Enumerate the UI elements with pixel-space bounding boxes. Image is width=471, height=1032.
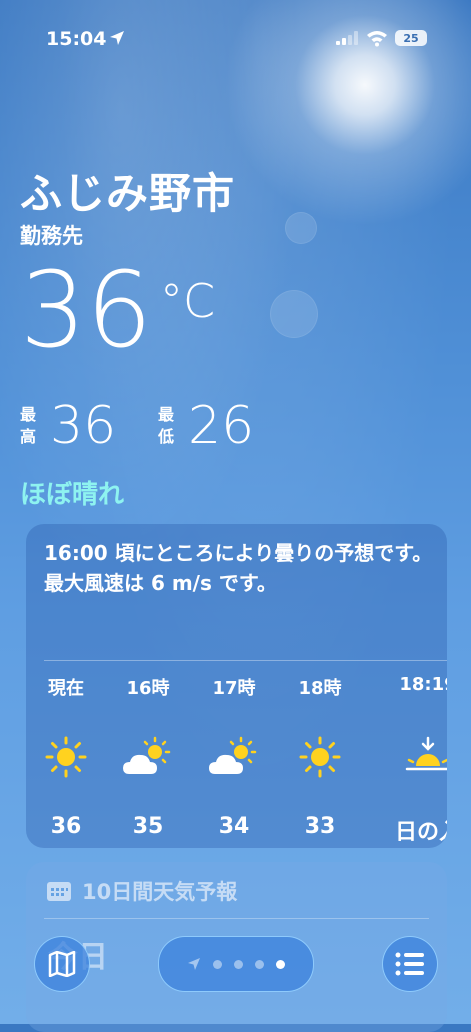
city-list-button[interactable] — [382, 936, 438, 992]
sun-icon — [45, 736, 87, 778]
low-temp: 26 — [188, 396, 255, 456]
ten-day-title: 10日間天気予報 — [82, 880, 238, 904]
hour-temp: 35 — [132, 814, 164, 839]
battery-level: 25 — [403, 31, 419, 45]
lens-flare — [270, 290, 318, 338]
ten-day-header: 10日間天気予報 — [46, 876, 237, 906]
high-label: 最 高 — [20, 405, 37, 446]
hour-temp: 34 — [218, 814, 250, 839]
sun-icon — [299, 736, 341, 778]
ten-day-divider — [44, 918, 429, 919]
hour-label: 18:19 — [399, 674, 447, 695]
calendar-icon — [47, 882, 71, 901]
hour-label: 16時 — [126, 678, 170, 699]
bottom-toolbar — [0, 930, 471, 1000]
status-time: 15:04 — [46, 28, 107, 50]
partly-cloudy-icon — [123, 736, 171, 774]
forecast-summary: 16:00 頃にところにより曇りの予想です。最大風速は 6 m/s です。 — [44, 541, 433, 595]
high-temp: 36 — [50, 396, 117, 456]
hour-temp: 33 — [304, 814, 336, 839]
hour-item-now: 現在 36 — [26, 674, 106, 839]
hour-label: 17時 — [212, 678, 256, 699]
hour-temp: 36 — [50, 814, 82, 839]
hour-item-18: 18時 33 — [280, 674, 360, 839]
hour-item-16: 16時 35 — [108, 674, 188, 839]
low-label: 最 低 — [158, 405, 175, 446]
current-temperature: 36 — [20, 249, 153, 371]
battery-indicator: 25 — [395, 30, 427, 46]
location-label: 勤務先 — [20, 224, 83, 248]
hourly-forecast-card[interactable]: 16:00 頃にところにより曇りの予想です。最大風速は 6 m/s です。 現在… — [26, 524, 447, 848]
map-button[interactable] — [34, 936, 90, 992]
hour-temp: 日の入 — [394, 820, 447, 845]
hour-item-sunset: 18:19 日の入 — [378, 674, 447, 846]
page-dot[interactable] — [213, 959, 222, 969]
weather-condition: ほぼ晴れ — [20, 480, 125, 510]
low-temp-block: 最 低 26 — [158, 400, 254, 452]
hour-item-17: 17時 34 — [194, 674, 274, 839]
wifi-icon — [367, 31, 387, 47]
partly-cloudy-icon — [209, 736, 257, 774]
page-indicator[interactable] — [158, 936, 314, 992]
page-dot[interactable] — [234, 959, 243, 969]
list-icon — [395, 952, 424, 976]
sunset-icon — [405, 736, 447, 771]
page-dot-active[interactable] — [276, 959, 285, 969]
lens-flare-small — [285, 212, 317, 244]
cellular-signal-icon — [336, 31, 358, 45]
temperature-unit: °C — [160, 274, 216, 328]
page-dot[interactable] — [255, 959, 264, 969]
location-arrow-icon — [110, 31, 124, 45]
city-name: ふじみ野市 — [20, 169, 236, 218]
card-divider — [44, 660, 447, 661]
hour-label: 18時 — [298, 678, 342, 699]
map-icon — [48, 951, 76, 977]
high-temp-block: 最 高 36 — [20, 400, 116, 452]
hour-label: 現在 — [48, 678, 84, 699]
status-bar: 15:04 25 — [0, 26, 471, 52]
location-arrow-icon — [188, 958, 200, 970]
